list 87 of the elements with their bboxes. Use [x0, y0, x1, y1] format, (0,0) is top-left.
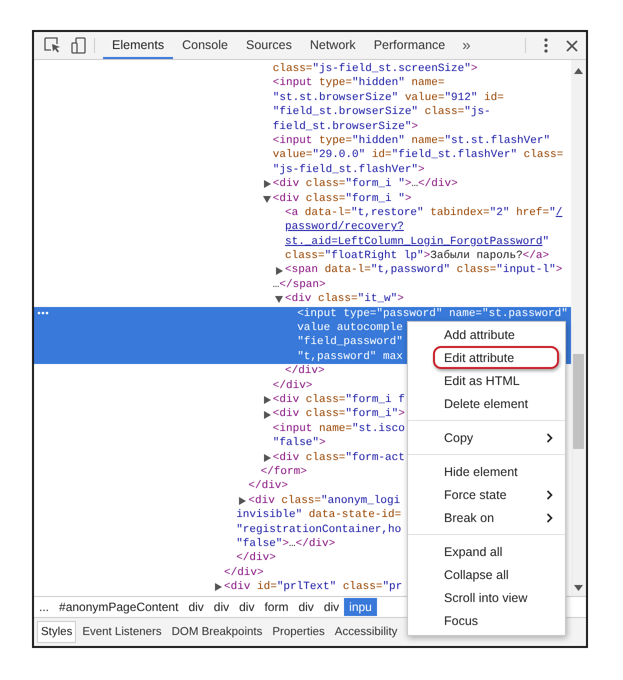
- breadcrumb[interactable]: inpu: [344, 598, 377, 616]
- code-line: "false">: [272, 436, 326, 451]
- menu-item[interactable]: Collapse all: [433, 563, 559, 586]
- code-line: </div>: [224, 566, 264, 580]
- sidebar-tab[interactable]: Accessibility: [330, 621, 402, 643]
- scroll-up-icon[interactable]: [574, 68, 583, 74]
- code-line: <a data-l="t,restore" tabindex="2" href="/: [285, 206, 562, 220]
- code-line: <div class="form-act: [272, 450, 405, 465]
- breadcrumb[interactable]: div: [183, 598, 209, 616]
- code-line: invisible" data-state-id=: [236, 508, 402, 523]
- panel-tab[interactable]: Sources: [236, 32, 301, 59]
- menu-item[interactable]: Add attribute: [433, 323, 559, 346]
- breadcrumb[interactable]: div: [318, 598, 344, 616]
- menu-item[interactable]: Delete element: [433, 392, 559, 415]
- code-line: <input type="hidden" name=: [272, 76, 444, 91]
- sidebar-tab[interactable]: Properties: [268, 621, 329, 643]
- code-line: "st.st.browserSize" value="912" id=: [272, 90, 504, 106]
- menu-item[interactable]: Scroll into view: [433, 586, 559, 609]
- menu-item[interactable]: Force state: [433, 483, 559, 506]
- menu-item[interactable]: Copy: [433, 426, 559, 449]
- code-line: <div class="form_i ">: [272, 192, 412, 206]
- code-line: </div>: [272, 378, 312, 393]
- code-line: <div class="it_w">: [285, 292, 404, 307]
- scroll-down-icon[interactable]: [574, 585, 583, 591]
- collapsed-triangle-icon[interactable]: [262, 396, 271, 404]
- code-line: field_st.browserSize">: [272, 120, 418, 134]
- breadcrumb[interactable]: div: [293, 598, 319, 616]
- menu-item[interactable]: Edit attribute: [433, 346, 559, 369]
- code-line: <div class="anonym_logi: [248, 494, 400, 508]
- menu-item[interactable]: Break on: [433, 506, 559, 529]
- sidebar-tab[interactable]: Styles: [37, 621, 76, 643]
- sidebar-tab[interactable]: Event Listeners: [78, 621, 166, 643]
- code-line: <div class="form_i">: [272, 407, 405, 422]
- expanded-triangle-icon[interactable]: [275, 295, 283, 304]
- collapsed-triangle-icon[interactable]: [214, 583, 222, 592]
- menu-item[interactable]: Edit as HTML: [433, 369, 559, 392]
- more-icon[interactable]: [37, 310, 49, 315]
- menu-item[interactable]: Hide element: [433, 460, 559, 483]
- collapsed-triangle-icon[interactable]: [262, 454, 271, 462]
- kebab-menu-icon[interactable]: [544, 38, 548, 53]
- breadcrumb[interactable]: div: [208, 598, 234, 616]
- code-line: <div id="prlText" class="pr: [224, 580, 402, 594]
- menu-item[interactable]: Focus: [433, 609, 559, 632]
- breadcrumb[interactable]: ...: [34, 598, 54, 616]
- code-line: "registrationContainer,ho: [236, 522, 402, 537]
- code-line: "false">…</div>: [236, 536, 336, 552]
- panel-tab[interactable]: Console: [173, 32, 237, 59]
- panel-tab[interactable]: Performance: [364, 32, 454, 59]
- code-line: "t,password" max: [297, 350, 403, 364]
- collapsed-triangle-icon[interactable]: [262, 180, 271, 188]
- breadcrumb[interactable]: form: [259, 598, 294, 616]
- code-line: <input name="st.isco: [272, 422, 405, 436]
- scroll-thumb[interactable]: [573, 354, 584, 449]
- breadcrumb[interactable]: #anonymPageContent: [54, 598, 184, 616]
- panel-tab[interactable]: Elements: [103, 32, 174, 59]
- collapsed-triangle-icon[interactable]: [238, 496, 246, 505]
- code-line: class="floatRight lp">Забыли пароль?</a>: [285, 249, 550, 264]
- code-line: <div class="form_i f: [272, 392, 405, 408]
- expanded-triangle-icon[interactable]: [262, 194, 271, 203]
- code-line: <input type="hidden" name="st.st.flashVer": [272, 134, 550, 148]
- code-line: </form>: [260, 464, 307, 480]
- inspect-icon[interactable]: [44, 37, 61, 54]
- code-line: st._aid=LeftColumn_Login_ForgotPassword": [285, 234, 550, 250]
- sidebar-tab[interactable]: DOM Breakpoints: [168, 621, 266, 643]
- close-icon[interactable]: [566, 40, 578, 52]
- collapsed-triangle-icon[interactable]: [275, 266, 283, 275]
- more-tabs-button[interactable]: »: [454, 32, 479, 59]
- menu-item[interactable]: Expand all: [433, 540, 559, 563]
- code-line: class="js-field_st.screenSize">: [272, 62, 478, 76]
- code-line: password/recovery?: [285, 220, 404, 235]
- code-line: </div>: [285, 364, 325, 379]
- code-line: "js-field_st.flashVer">: [272, 162, 425, 178]
- code-line: value="29.0.0" id="field_st.flashVer" class=: [272, 148, 564, 163]
- code-line: </div>: [236, 551, 276, 566]
- panel-tab[interactable]: Network: [300, 32, 365, 59]
- collapsed-triangle-icon[interactable]: [262, 410, 271, 419]
- breadcrumb[interactable]: div: [234, 598, 260, 616]
- code-line: value autocomple: [297, 321, 403, 336]
- code-line: <div class="form_i ">…</div>: [272, 177, 458, 192]
- code-line: …</span>: [272, 278, 326, 292]
- scrollbar[interactable]: [571, 60, 586, 596]
- code-line: "field_password": [297, 335, 403, 350]
- code-line: </div>: [248, 479, 288, 494]
- code-line: "field_st.browserSize" class="js-: [272, 105, 491, 120]
- code-line: <span data-l="t,password" class="input-l">: [285, 263, 562, 278]
- device-icon[interactable]: [71, 37, 86, 54]
- code-line: <input type="password" name="st.password": [297, 306, 568, 322]
